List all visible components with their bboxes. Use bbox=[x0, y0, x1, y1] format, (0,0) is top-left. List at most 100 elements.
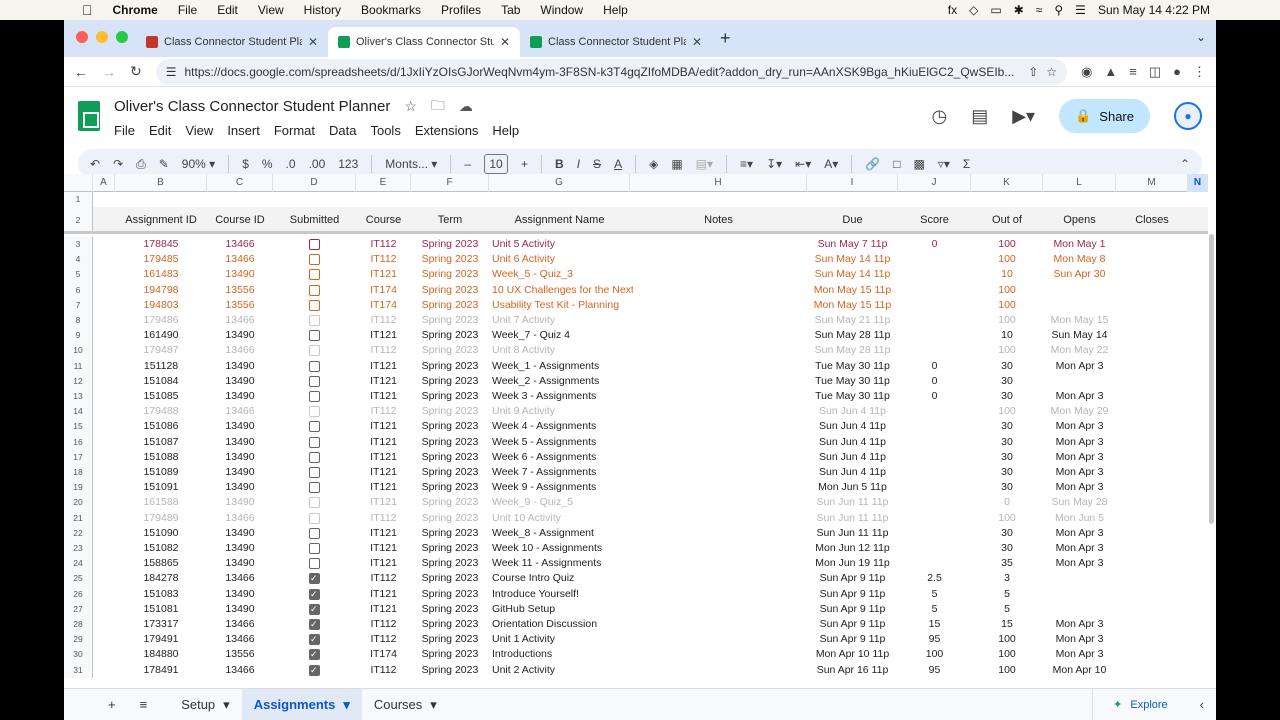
insert-comment-icon[interactable]: □ bbox=[893, 157, 900, 171]
header-out-of[interactable]: Out of bbox=[971, 207, 1043, 233]
menu-insert[interactable]: Insert bbox=[227, 123, 260, 138]
cell-out-of[interactable]: 3 bbox=[971, 571, 1043, 586]
header-submitted[interactable]: Submitted bbox=[273, 207, 356, 233]
cell-course[interactable]: IT121 bbox=[356, 526, 411, 541]
cell-assignment-id[interactable]: 151085 bbox=[115, 389, 207, 404]
cell-score[interactable]: 0 bbox=[898, 237, 971, 252]
menu-edit[interactable]: Edit bbox=[149, 123, 171, 138]
cell-due[interactable]: Sun Jun 11 11p bbox=[807, 495, 898, 510]
text-rotation-icon[interactable]: A▾ bbox=[824, 157, 838, 171]
cell-assignment-id[interactable]: 151081 bbox=[115, 602, 207, 617]
cell-opens[interactable]: Mon May 8 bbox=[1043, 252, 1116, 267]
spreadsheet-grid[interactable]: A B C D E F G H I J K L M N 1 2 Assignme… bbox=[64, 174, 1216, 688]
mac-menu-edit[interactable]: Edit bbox=[217, 3, 238, 17]
dropdown-arrow-icon[interactable]: ▾ bbox=[430, 697, 437, 713]
site-info-icon[interactable]: ☰ bbox=[166, 65, 177, 79]
cell-out-of[interactable]: 100 bbox=[971, 647, 1043, 662]
cell-term[interactable]: Spring 2023 bbox=[411, 647, 489, 662]
cell-out-of[interactable]: 0 bbox=[971, 495, 1043, 510]
cell-score[interactable]: 15 bbox=[898, 617, 971, 632]
cell-term[interactable]: Spring 2023 bbox=[411, 587, 489, 602]
cell-assignment-id[interactable]: 184278 bbox=[115, 571, 207, 586]
font-size-input[interactable]: 10 bbox=[484, 154, 509, 174]
cell-due[interactable]: Sun Jun 11 11p bbox=[807, 526, 898, 541]
print-icon[interactable]: ⎙ bbox=[136, 157, 146, 172]
column-header-l[interactable]: L bbox=[1043, 174, 1116, 192]
column-header-i[interactable]: I bbox=[807, 174, 898, 192]
bluetooth-icon[interactable]: ✱ bbox=[1014, 3, 1024, 17]
cell-due[interactable]: Sun May 28 11p bbox=[807, 328, 898, 343]
row-number[interactable]: 27 bbox=[64, 601, 93, 617]
cell-course-id[interactable]: 13466 bbox=[207, 571, 273, 586]
cell-assignment-name[interactable]: Week_2 - Assignments bbox=[492, 374, 633, 389]
cell-opens[interactable]: Mon Apr 3 bbox=[1043, 632, 1116, 647]
cell-out-of[interactable]: 30 bbox=[971, 374, 1043, 389]
cell-assignment-name[interactable]: Week_9 - Quiz_5 bbox=[492, 495, 633, 510]
cell-opens[interactable]: Mon Apr 3 bbox=[1043, 359, 1116, 374]
bold-icon[interactable]: B bbox=[555, 157, 564, 171]
cell-course[interactable]: IT112 bbox=[356, 237, 411, 252]
cell-out-of[interactable]: 30 bbox=[971, 480, 1043, 495]
row-number[interactable]: 30 bbox=[64, 647, 93, 663]
cell-term[interactable]: Spring 2023 bbox=[411, 374, 489, 389]
cell-assignment-id[interactable]: 179487 bbox=[115, 343, 207, 358]
submitted-checkbox[interactable] bbox=[309, 497, 320, 509]
cell-assignment-name[interactable]: Week_5 - Quiz_3 bbox=[492, 267, 633, 282]
cell-due[interactable]: Mon Jun 12 11p bbox=[807, 541, 898, 556]
column-header-n[interactable]: N bbox=[1188, 174, 1208, 192]
cell-assignment-id[interactable]: 194798 bbox=[115, 283, 207, 298]
submitted-checkbox[interactable] bbox=[309, 571, 320, 586]
cell-opens[interactable]: Mon May 22 bbox=[1043, 343, 1116, 358]
cell-course-id[interactable]: 13490 bbox=[207, 526, 273, 541]
doc-title[interactable]: Oliver's Class Connector Student Planner bbox=[114, 98, 390, 115]
menu-view[interactable]: View bbox=[185, 123, 213, 138]
menu-extensions[interactable]: Extensions bbox=[415, 123, 479, 138]
cell-opens[interactable]: Mon Apr 3 bbox=[1043, 465, 1116, 480]
row-number[interactable]: 14 bbox=[64, 404, 93, 420]
add-sheet-icon[interactable]: + bbox=[64, 689, 128, 720]
cell-term[interactable]: Spring 2023 bbox=[411, 419, 489, 434]
cell-course[interactable]: IT121 bbox=[356, 587, 411, 602]
cell-due[interactable]: Sun Jun 4 11p bbox=[807, 404, 898, 419]
cell-course-id[interactable]: 13490 bbox=[207, 587, 273, 602]
row-number[interactable]: 29 bbox=[64, 632, 93, 648]
cell-opens[interactable]: Mon Apr 3 bbox=[1043, 435, 1116, 450]
submitted-checkbox[interactable] bbox=[309, 527, 320, 539]
cell-course-id[interactable]: 13466 bbox=[207, 252, 273, 267]
mac-menu-view[interactable]: View bbox=[258, 3, 284, 17]
cell-term[interactable]: Spring 2023 bbox=[411, 435, 489, 450]
submitted-checkbox[interactable] bbox=[309, 299, 320, 311]
cell-course[interactable]: IT112 bbox=[356, 343, 411, 358]
cell-course-id[interactable]: 13466 bbox=[207, 511, 273, 526]
cell-out-of[interactable]: 100 bbox=[971, 237, 1043, 252]
select-all-corner[interactable] bbox=[64, 174, 93, 192]
cell-course[interactable]: IT121 bbox=[356, 374, 411, 389]
header-course[interactable]: Course bbox=[356, 207, 411, 233]
cell-course-id[interactable]: 13466 bbox=[207, 237, 273, 252]
cell-course-id[interactable]: 13490 bbox=[207, 602, 273, 617]
cell-course[interactable]: IT112 bbox=[356, 632, 411, 647]
cell-score[interactable]: 100 bbox=[898, 647, 971, 662]
submitted-checkbox[interactable] bbox=[309, 558, 320, 570]
cell-assignment-name[interactable]: Unit 6 Activity bbox=[492, 252, 633, 267]
header-term[interactable]: Term bbox=[411, 207, 489, 233]
cell-assignment-id[interactable]: 151091 bbox=[115, 480, 207, 495]
cell-assignment-name[interactable]: Week_7 - Quiz 4 bbox=[492, 328, 633, 343]
cell-assignment-id[interactable]: 179485 bbox=[115, 252, 207, 267]
cell-assignment-id[interactable]: 161483 bbox=[115, 267, 207, 282]
cell-assignment-id[interactable]: 179486 bbox=[115, 313, 207, 328]
cell-course[interactable]: IT112 bbox=[356, 571, 411, 586]
cell-out-of[interactable]: 10 bbox=[971, 328, 1043, 343]
submitted-checkbox[interactable] bbox=[309, 512, 320, 524]
decrease-font-size-icon[interactable]: – bbox=[464, 157, 471, 171]
cell-course-id[interactable]: 13466 bbox=[207, 404, 273, 419]
cell-due[interactable]: Mon Jun 19 11p bbox=[807, 556, 898, 571]
control-center-icon[interactable]: ☰ bbox=[1075, 3, 1086, 17]
cell-course-id[interactable]: 13490 bbox=[207, 480, 273, 495]
cell-term[interactable]: Spring 2023 bbox=[411, 632, 489, 647]
spotlight-search-icon[interactable]: ⚲ bbox=[1054, 3, 1063, 17]
cell-score[interactable]: 0 bbox=[898, 389, 971, 404]
cell-course-id[interactable]: 13490 bbox=[207, 419, 273, 434]
sheets-logo-icon[interactable] bbox=[78, 101, 100, 131]
cell-course-id[interactable]: 13466 bbox=[207, 617, 273, 632]
